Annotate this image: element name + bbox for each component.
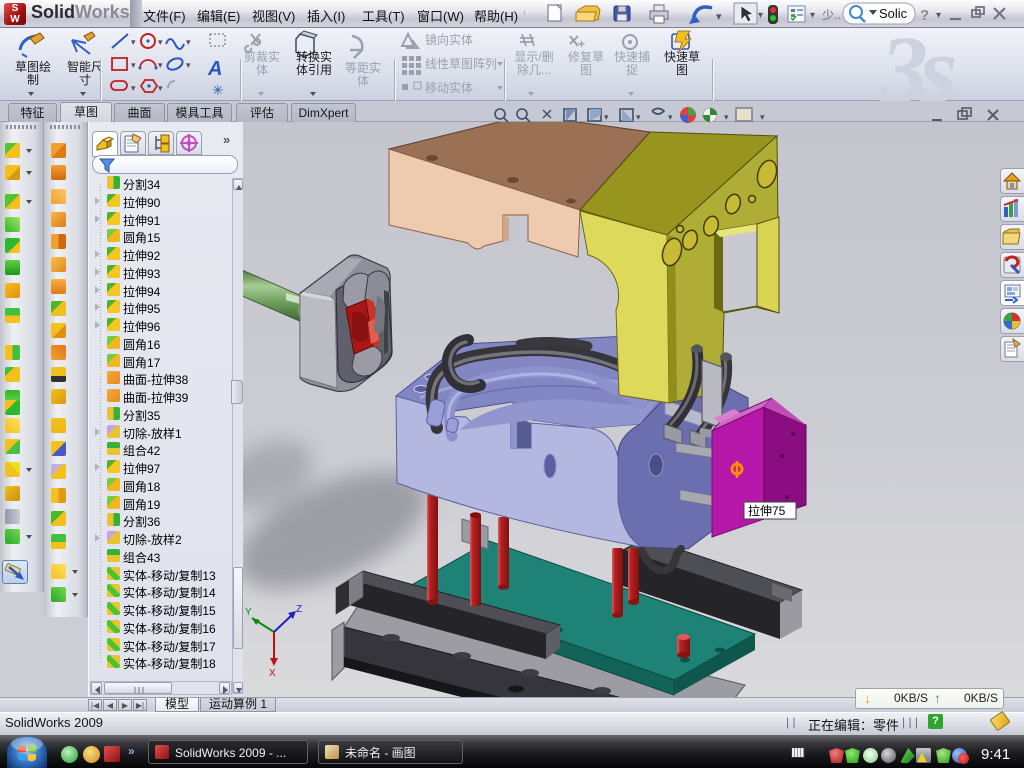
svg-text:A: A (207, 58, 222, 80)
svg-text:▾: ▾ (131, 60, 136, 70)
svg-text:▾: ▾ (186, 60, 191, 70)
svg-text:▾: ▾ (758, 10, 763, 21)
svg-text:▾: ▾ (604, 112, 609, 122)
svg-text:▾: ▾ (158, 83, 163, 93)
svg-text:+: + (578, 37, 585, 51)
svg-text:Y: Y (245, 607, 252, 618)
svg-text:▾: ▾ (131, 83, 136, 93)
svg-text:▾: ▾ (158, 60, 163, 70)
svg-text:Z: Z (296, 604, 302, 615)
svg-text:▾: ▾ (716, 11, 722, 23)
svg-text:✳: ✳ (212, 82, 224, 98)
svg-text:▾: ▾ (810, 10, 815, 21)
svg-text:▾: ▾ (724, 112, 729, 122)
svg-text:拉伸75: 拉伸75 (748, 503, 786, 518)
svg-text:▾: ▾ (158, 37, 163, 47)
svg-text:▾: ▾ (131, 37, 136, 47)
svg-text:▾: ▾ (668, 112, 673, 122)
svg-text:▾: ▾ (636, 112, 641, 122)
svg-text:少..: 少.. (822, 8, 841, 22)
svg-text:X: X (269, 668, 276, 679)
svg-text:▾: ▾ (186, 37, 191, 47)
svg-text:▾: ▾ (760, 112, 765, 122)
